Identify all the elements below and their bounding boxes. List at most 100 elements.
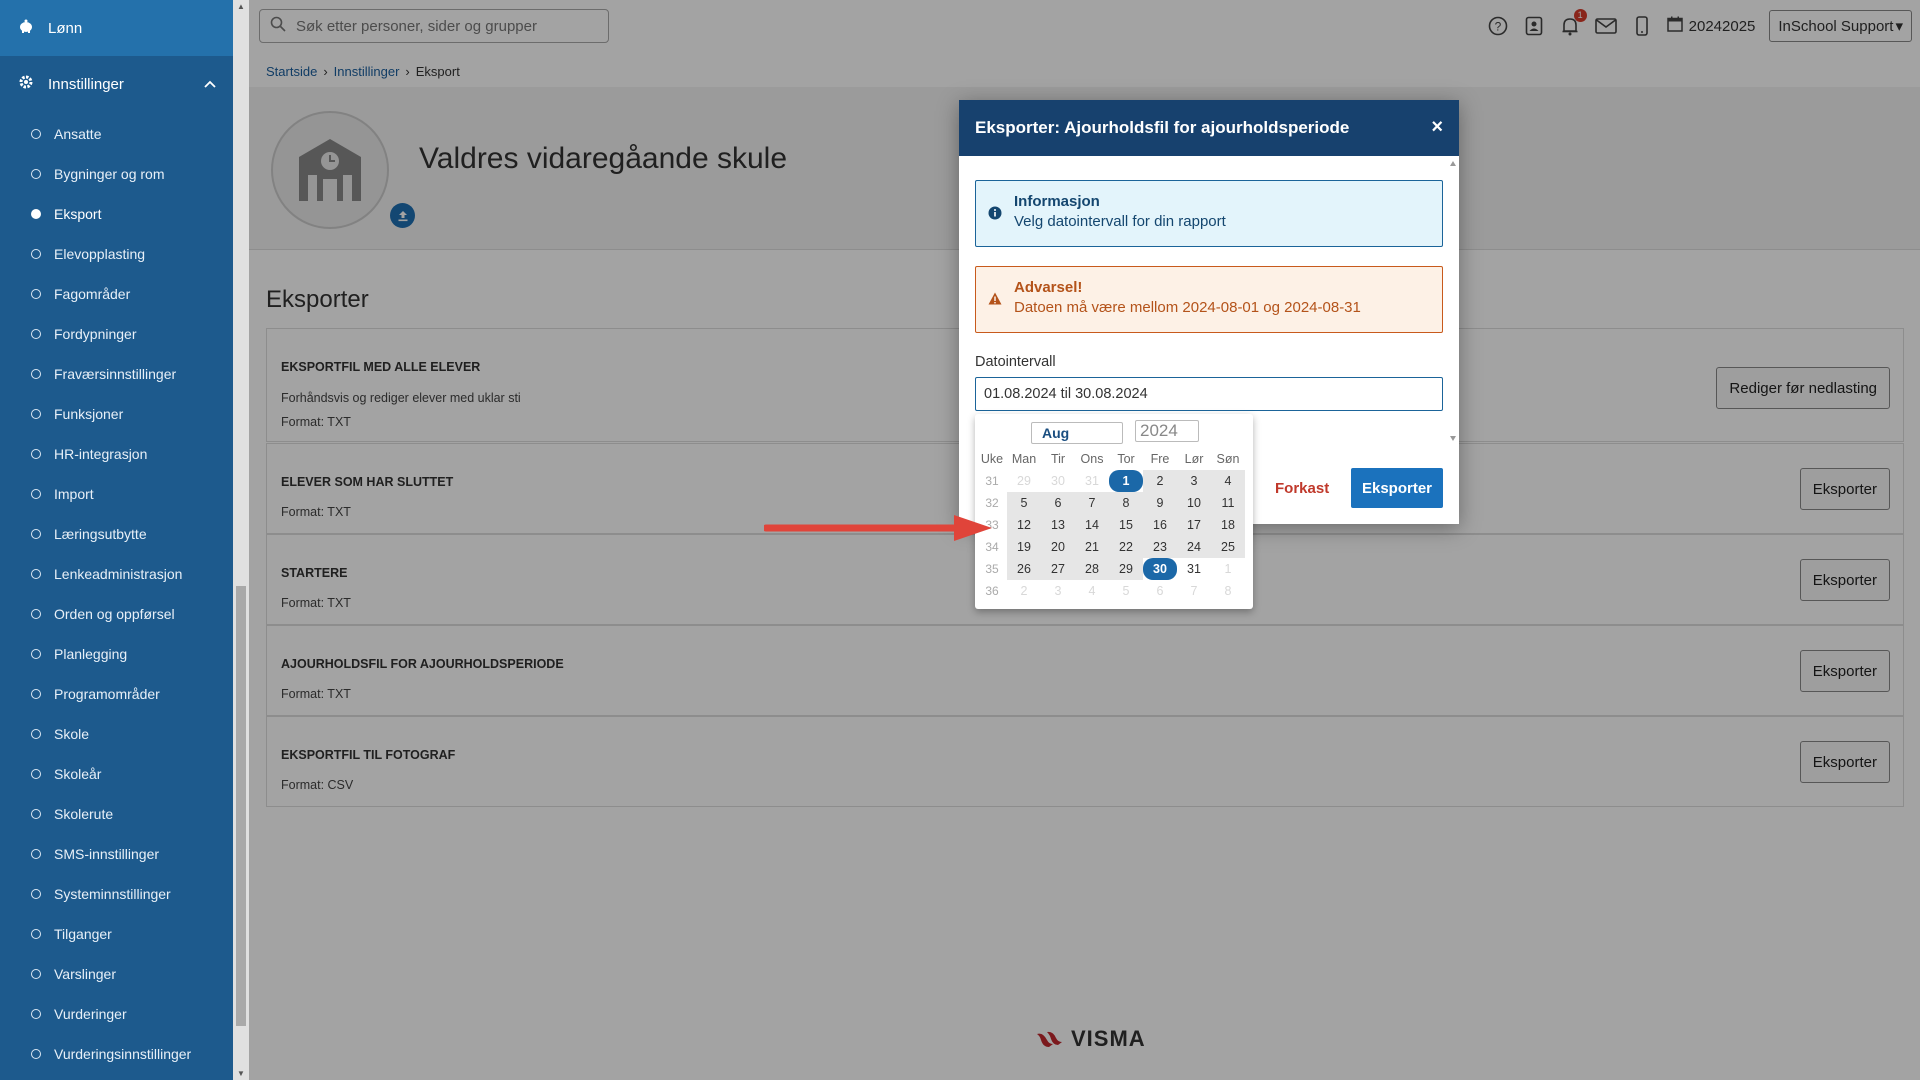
calendar-day[interactable]: 5 <box>1109 580 1143 602</box>
calendar-day[interactable]: 17 <box>1177 514 1211 536</box>
calendar-day[interactable]: 1 <box>1211 558 1245 580</box>
sidebar-item[interactable]: Elevopplasting <box>0 234 233 274</box>
sidebar-section-settings[interactable]: Innstillinger <box>0 56 233 112</box>
calendar-day[interactable]: 23 <box>1143 536 1177 558</box>
sidebar-item-label: Orden og oppførsel <box>54 606 175 622</box>
sidebar-item[interactable]: Funksjoner <box>0 394 233 434</box>
calendar-day[interactable]: 7 <box>1075 492 1109 514</box>
sidebar-item-lonn[interactable]: Lønn <box>0 0 233 56</box>
scroll-up-icon[interactable]: ▲ <box>237 2 245 11</box>
calendar-day[interactable]: 26 <box>1007 558 1041 580</box>
weekday-header: Lør <box>1184 452 1204 466</box>
calendar-day[interactable]: 18 <box>1211 514 1245 536</box>
calendar-day[interactable]: 6 <box>1143 580 1177 602</box>
sidebar-item[interactable]: Eksport <box>0 194 233 234</box>
calendar-day[interactable]: 19 <box>1007 536 1041 558</box>
circle-icon <box>31 649 41 659</box>
sidebar-item[interactable]: Ansatte <box>0 114 233 154</box>
sidebar-item[interactable]: Vurderinger <box>0 994 233 1034</box>
calendar-day[interactable]: 31 <box>1075 470 1109 492</box>
piggy-bank-icon <box>18 18 34 38</box>
sidebar-item-label: Læringsutbytte <box>54 526 147 542</box>
sidebar-item[interactable]: Bygninger og rom <box>0 154 233 194</box>
calendar-day[interactable]: 3 <box>1041 580 1075 602</box>
calendar-day[interactable]: 20 <box>1041 536 1075 558</box>
circle-icon <box>31 489 41 499</box>
info-heading: Informasjon <box>1014 193 1100 210</box>
sidebar-item[interactable]: Fordypninger <box>0 314 233 354</box>
calendar-day[interactable]: 31 <box>1177 558 1211 580</box>
calendar-day[interactable]: 21 <box>1075 536 1109 558</box>
calendar-day[interactable]: 16 <box>1143 514 1177 536</box>
calendar-day[interactable]: 3 <box>1177 470 1211 492</box>
sidebar-item[interactable]: Lenkeadministrasjon <box>0 554 233 594</box>
circle-icon <box>31 129 41 139</box>
calendar-day[interactable]: 8 <box>1109 492 1143 514</box>
sidebar-item[interactable]: Varslinger <box>0 954 233 994</box>
sidebar-item[interactable]: HR-integrasjon <box>0 434 233 474</box>
sidebar-item[interactable]: Tilganger <box>0 914 233 954</box>
month-select[interactable]: Aug <box>1031 422 1123 444</box>
calendar-day[interactable]: 5 <box>1007 492 1041 514</box>
sidebar-scrollbar[interactable]: ▲ ▼ <box>233 0 249 1080</box>
calendar-day[interactable]: 12 <box>1007 514 1041 536</box>
calendar-day[interactable]: 7 <box>1177 580 1211 602</box>
calendar-day[interactable]: 13 <box>1041 514 1075 536</box>
calendar-day[interactable]: 22 <box>1109 536 1143 558</box>
calendar-day[interactable]: 2 <box>1007 580 1041 602</box>
year-input[interactable]: 2024 <box>1135 420 1199 442</box>
close-icon[interactable]: × <box>1431 116 1443 139</box>
calendar-day[interactable]: 28 <box>1075 558 1109 580</box>
dialog-scrollbar[interactable] <box>1447 156 1459 446</box>
sidebar-item[interactable]: Skoleår <box>0 754 233 794</box>
calendar-day[interactable]: 29 <box>1109 558 1143 580</box>
sidebar-item[interactable]: Import <box>0 474 233 514</box>
sidebar-item[interactable]: SMS-innstillinger <box>0 834 233 874</box>
circle-icon <box>31 569 41 579</box>
warning-heading: Advarsel! <box>1014 279 1083 296</box>
calendar-day[interactable]: 25 <box>1211 536 1245 558</box>
sidebar-item[interactable]: Systeminnstillinger <box>0 874 233 914</box>
calendar-day[interactable]: 29 <box>1007 470 1041 492</box>
sidebar-item-label: Elevopplasting <box>54 246 146 262</box>
calendar-day[interactable]: 2 <box>1143 470 1177 492</box>
sidebar-item[interactable]: Fagområder <box>0 274 233 314</box>
sidebar-item[interactable]: Planlegging <box>0 634 233 674</box>
sidebar-item-label: Lenkeadministrasjon <box>54 566 183 582</box>
calendar-day[interactable]: 14 <box>1075 514 1109 536</box>
week-number: 35 <box>985 562 999 576</box>
sidebar-item-label: Lønn <box>48 19 83 37</box>
calendar-day[interactable]: 15 <box>1109 514 1143 536</box>
scroll-down-icon[interactable]: ▼ <box>237 1069 245 1078</box>
circle-icon <box>31 369 41 379</box>
calendar-day[interactable]: 30 <box>1041 470 1075 492</box>
calendar-week-row: 35 26 27 28 29 30 31 1 <box>977 558 1245 580</box>
calendar-day[interactable]: 11 <box>1211 492 1245 514</box>
calendar-day[interactable]: 10 <box>1177 492 1211 514</box>
discard-button[interactable]: Forkast <box>1275 468 1329 508</box>
sidebar-item[interactable]: Programområder <box>0 674 233 714</box>
sidebar-item[interactable]: Orden og oppførsel <box>0 594 233 634</box>
sidebar-item[interactable]: Skolerute <box>0 794 233 834</box>
scrollbar-thumb[interactable] <box>236 586 246 1026</box>
calendar-day[interactable]: 4 <box>1211 470 1245 492</box>
date-range-label: Datointervall <box>975 354 1056 370</box>
calendar-day[interactable]: 6 <box>1041 492 1075 514</box>
calendar-week-row: 31 29 30 31 1 2 3 4 <box>977 470 1245 492</box>
calendar-day[interactable]: 4 <box>1075 580 1109 602</box>
calendar-day-selected[interactable]: 30 <box>1143 558 1177 580</box>
dialog-title: Eksporter: Ajourholdsfil for ajourholdsp… <box>959 100 1459 156</box>
export-submit-button[interactable]: Eksporter <box>1351 468 1443 508</box>
weekday-header: Man <box>1011 452 1037 466</box>
sidebar-item[interactable]: Fraværsinnstillinger <box>0 354 233 394</box>
calendar-day[interactable]: 24 <box>1177 536 1211 558</box>
sidebar-item[interactable]: Læringsutbytte <box>0 514 233 554</box>
calendar-day[interactable]: 27 <box>1041 558 1075 580</box>
calendar-day-selected[interactable]: 1 <box>1109 470 1143 492</box>
sidebar-item-label: Ansatte <box>54 126 102 142</box>
calendar-day[interactable]: 8 <box>1211 580 1245 602</box>
calendar-day[interactable]: 9 <box>1143 492 1177 514</box>
sidebar-item[interactable]: Skole <box>0 714 233 754</box>
sidebar-item[interactable]: Vurderingsinnstillinger <box>0 1034 233 1074</box>
date-range-input[interactable]: 01.08.2024 til 30.08.2024 <box>975 377 1443 411</box>
